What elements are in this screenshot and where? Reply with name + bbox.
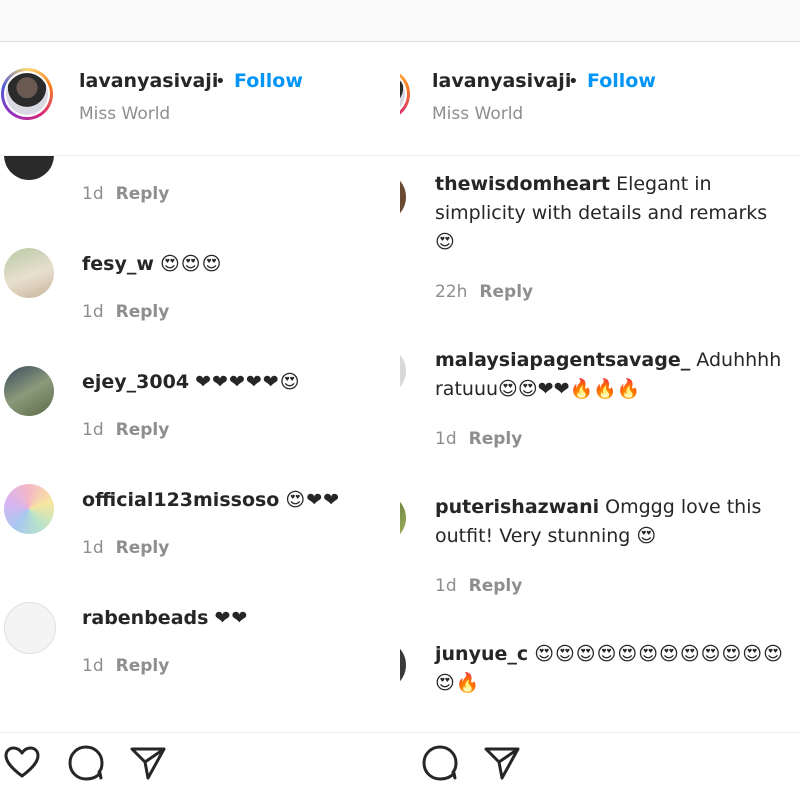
reply-button[interactable]: Reply (116, 184, 170, 204)
comment-time: 1d (82, 420, 104, 440)
reply-button[interactable]: Reply (116, 538, 170, 558)
commenter-avatar[interactable] (4, 484, 54, 534)
comment-meta: 1d Reply (82, 420, 169, 440)
comment: thewisdomheart Elegant in simplicity wit… (435, 170, 790, 257)
commenter-avatar[interactable] (4, 156, 54, 180)
profile-avatar[interactable] (400, 68, 410, 120)
commenter-avatar[interactable] (4, 366, 54, 416)
comment-icon[interactable] (420, 743, 460, 783)
comment-meta: 1d Reply (82, 184, 169, 204)
comment-list: 1d Reply fesy_w 😍😍😍 1d Reply ejey_3004 ❤❤❤… (0, 156, 400, 732)
share-icon[interactable] (128, 743, 168, 783)
follow-button[interactable]: Follow (234, 70, 303, 92)
commenter-avatar[interactable] (400, 640, 406, 690)
comment: junyue_c 😍😍😍😍😍😍😍😍😍😍😍😍😍🔥 (435, 640, 790, 698)
comment-time: 1d (435, 576, 457, 596)
comment-text: 😍❤❤ (285, 489, 341, 511)
reply-button[interactable]: Reply (116, 656, 170, 676)
reply-button[interactable]: Reply (469, 429, 523, 449)
comment-time: 1d (82, 538, 104, 558)
commenter-avatar[interactable] (400, 493, 406, 543)
comment: official123missoso 😍❤❤ (82, 486, 392, 515)
comment-meta: 1d Reply (435, 576, 522, 596)
reply-button[interactable]: Reply (479, 282, 533, 302)
comment-time: 1d (82, 302, 104, 322)
comment-username[interactable]: puterishazwani (435, 496, 599, 518)
comment-meta: 1d Reply (435, 429, 522, 449)
comment-username[interactable]: ejey_3004 (82, 371, 189, 393)
post-location[interactable]: Miss World (432, 104, 523, 124)
separator-dot: • (215, 71, 226, 92)
share-icon[interactable] (482, 743, 522, 783)
post-location[interactable]: Miss World (79, 104, 170, 124)
comment-icon[interactable] (66, 743, 106, 783)
comment-time: 1d (435, 429, 457, 449)
reply-button[interactable]: Reply (116, 420, 170, 440)
comment-username[interactable]: junyue_c (435, 643, 528, 665)
comment-meta: 1d Reply (82, 302, 169, 322)
comment-text: 😍😍😍 (159, 253, 223, 275)
comment-meta: 22h Reply (435, 282, 533, 302)
comment-username[interactable]: thewisdomheart (435, 173, 610, 195)
commenter-avatar[interactable] (400, 172, 406, 222)
comment-time: 22h (435, 282, 468, 302)
comment: puterishazwani Omggg love this outfit! V… (435, 493, 790, 551)
reply-button[interactable]: Reply (116, 302, 170, 322)
comment-meta: 1d Reply (82, 538, 169, 558)
commenter-avatar[interactable] (4, 602, 56, 654)
reply-button[interactable]: Reply (469, 576, 523, 596)
comment-text: ❤❤ (214, 607, 249, 629)
comment-username[interactable]: official123missoso (82, 489, 279, 511)
comment-username[interactable]: malaysiapagentsavage_ (435, 349, 690, 371)
profile-avatar[interactable] (1, 68, 53, 120)
post-username[interactable]: lavanyasivaji (432, 70, 571, 92)
commenter-avatar[interactable] (400, 346, 406, 396)
post-header: lavanyasivaji • Follow Miss World (400, 42, 800, 156)
post-header: lavanyasivaji • Follow Miss World (0, 42, 400, 156)
browser-top-bar (0, 0, 800, 42)
heart-icon[interactable] (2, 743, 42, 783)
comment-username[interactable]: fesy_w (82, 253, 154, 275)
comment-time: 1d (82, 656, 104, 676)
commenter-avatar[interactable] (4, 248, 54, 298)
comment: ejey_3004 ❤❤❤❤❤😍 (82, 368, 392, 397)
comment-time: 1d (82, 184, 104, 204)
post-panel-right: lavanyasivaji • Follow Miss World thewis… (400, 42, 800, 800)
comment-meta: 1d Reply (82, 656, 169, 676)
post-username[interactable]: lavanyasivaji (79, 70, 218, 92)
comment: rabenbeads ❤❤ (82, 604, 392, 633)
separator-dot: • (568, 71, 579, 92)
comment-username[interactable]: rabenbeads (82, 607, 208, 629)
follow-button[interactable]: Follow (587, 70, 656, 92)
comment: fesy_w 😍😍😍 (82, 250, 382, 279)
post-panel-left: lavanyasivaji • Follow Miss World 1d Repl… (0, 42, 400, 800)
comment-list: thewisdomheart Elegant in simplicity wit… (400, 156, 800, 732)
post-actions (0, 732, 400, 800)
post-actions (400, 732, 800, 800)
comment-text: ❤❤❤❤❤😍 (195, 371, 301, 393)
comment: malaysiapagentsavage_ Aduhhhh ratuuu😍😍❤❤… (435, 346, 790, 404)
